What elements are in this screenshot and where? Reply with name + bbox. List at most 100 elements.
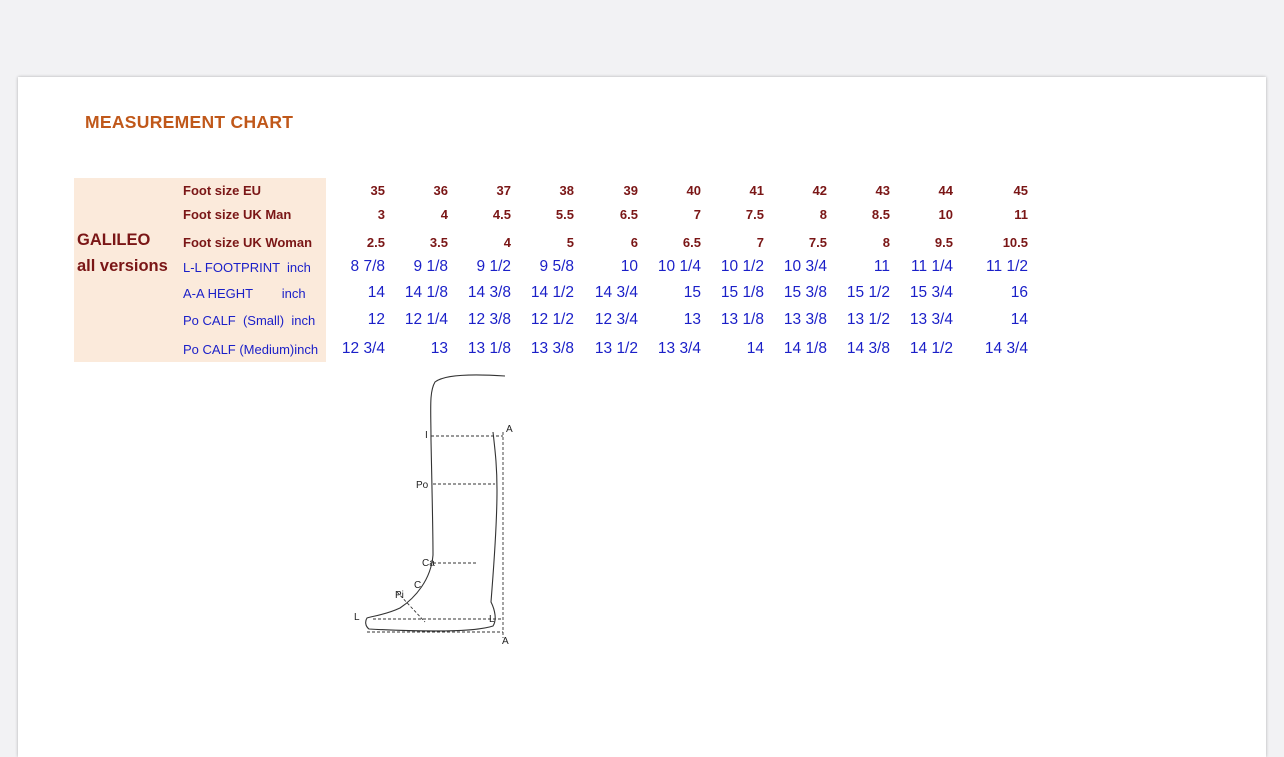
cell-l-l-footprint: 9 1/2 [476, 258, 511, 275]
cell-foot-size-uk-man: 7.5 [745, 207, 764, 222]
cell-a-a-height: 14 3/8 [467, 284, 511, 301]
cell-l-l-footprint: 10 1/2 [720, 258, 764, 275]
boot-measurement-diagram: I A Po Ca C Pi L L A [354, 374, 513, 647]
cell-foot-size-uk-man: 7 [693, 207, 701, 222]
row-label-po-calf-small: Po CALF (Small) inch [183, 313, 316, 328]
cell-foot-size-uk-man: 6.5 [619, 207, 638, 222]
row-label-a-a-height: A-A HEGHT inch [183, 286, 306, 301]
cell-foot-size-eu: 39 [623, 183, 638, 198]
cell-po-calf-medium: 14 3/8 [846, 340, 890, 357]
cell-foot-size-eu: 36 [433, 183, 448, 198]
cell-po-calf-medium: 14 1/2 [909, 340, 953, 357]
cell-a-a-height: 15 3/4 [909, 284, 953, 301]
cell-po-calf-medium: 14 1/8 [783, 340, 827, 357]
cell-foot-size-uk-woman: 8 [882, 235, 890, 250]
marker-pi: Pi [395, 590, 404, 601]
cell-po-calf-small: 13 1/2 [846, 311, 890, 328]
cell-foot-size-eu: 37 [496, 183, 511, 198]
row-label-foot-size-uk-woman: Foot size UK Woman [183, 235, 313, 250]
cell-po-calf-small: 13 3/4 [909, 311, 953, 328]
cell-foot-size-uk-man: 4 [440, 207, 448, 222]
cell-foot-size-uk-man: 5.5 [555, 207, 574, 222]
row-label-po-calf-medium: Po CALF (Medium)inch [183, 342, 319, 357]
cell-l-l-footprint: 10 1/4 [657, 258, 701, 275]
cell-a-a-height: 15 [683, 284, 701, 301]
cell-l-l-footprint: 10 [620, 258, 638, 275]
cell-foot-size-uk-woman: 4 [503, 235, 511, 250]
cell-foot-size-uk-man: 8 [819, 207, 827, 222]
cell-po-calf-small: 13 1/8 [720, 311, 764, 328]
cell-foot-size-uk-woman: 5 [566, 235, 574, 250]
cell-po-calf-medium: 13 1/2 [594, 340, 638, 357]
cell-l-l-footprint: 9 1/8 [413, 258, 448, 275]
cell-l-l-footprint: 11 [873, 258, 890, 275]
cell-a-a-height: 15 3/8 [783, 284, 827, 301]
marker-po: Po [416, 480, 429, 491]
cell-po-calf-medium: 12 3/4 [341, 340, 385, 357]
cell-po-calf-medium: 14 3/4 [984, 340, 1028, 357]
cell-foot-size-uk-woman: 9.5 [934, 235, 953, 250]
cell-po-calf-medium: 13 3/4 [657, 340, 701, 357]
marker-a-bottom: A [502, 636, 509, 647]
cell-foot-size-uk-woman: 2.5 [366, 235, 385, 250]
cell-foot-size-uk-woman: 6.5 [682, 235, 701, 250]
cell-foot-size-uk-man: 11 [1014, 207, 1028, 222]
cell-foot-size-eu: 43 [875, 183, 890, 198]
cell-foot-size-eu: 41 [749, 183, 764, 198]
cell-foot-size-uk-man: 3 [377, 207, 385, 222]
cell-a-a-height: 14 1/2 [530, 284, 574, 301]
marker-i: I [425, 430, 428, 441]
cell-foot-size-uk-woman: 7.5 [808, 235, 827, 250]
measurement-guides [367, 432, 504, 638]
cell-po-calf-small: 12 3/4 [594, 311, 638, 328]
row-label-l-l-footprint: L-L FOOTPRINT inch [183, 260, 311, 275]
cell-po-calf-small: 12 1/4 [404, 311, 448, 328]
cell-l-l-footprint: 8 7/8 [350, 258, 385, 275]
cell-foot-size-uk-woman: 7 [756, 235, 764, 250]
brand-name: GALILEO [77, 231, 151, 249]
marker-ca: Ca [422, 558, 435, 569]
cell-foot-size-uk-woman: 10.5 [1002, 235, 1028, 250]
cell-po-calf-small: 12 3/8 [467, 311, 511, 328]
cell-l-l-footprint: 10 3/4 [783, 258, 827, 275]
marker-c: C [414, 580, 421, 591]
brand-versions: all versions [77, 257, 168, 275]
cell-l-l-footprint: 11 1/2 [986, 258, 1028, 275]
cell-foot-size-uk-man: 8.5 [871, 207, 890, 222]
cell-foot-size-eu: 38 [559, 183, 574, 198]
row-label-foot-size-uk-man: Foot size UK Man [183, 207, 292, 222]
cell-foot-size-eu: 44 [938, 183, 953, 198]
cell-po-calf-small: 13 [683, 311, 701, 328]
diagram-labels: I A Po Ca C Pi L L A [354, 424, 513, 647]
cell-po-calf-medium: 13 3/8 [530, 340, 574, 357]
cell-po-calf-medium: 13 1/8 [467, 340, 511, 357]
cell-foot-size-uk-man: 10 [938, 207, 953, 222]
cell-l-l-footprint: 9 5/8 [539, 258, 574, 275]
cell-a-a-height: 14 [367, 284, 385, 301]
row-label-foot-size-eu: Foot size EU [183, 183, 262, 198]
cell-foot-size-eu: 35 [370, 183, 385, 198]
cell-a-a-height: 14 3/4 [594, 284, 638, 301]
marker-l-left: L [354, 612, 360, 623]
cell-po-calf-small: 12 1/2 [530, 311, 574, 328]
marker-a-top: A [506, 424, 513, 435]
cell-a-a-height: 15 1/8 [720, 284, 764, 301]
cell-foot-size-eu: 42 [812, 183, 827, 198]
chart-title: MEASUREMENT CHART [85, 112, 294, 132]
marker-l-right: L [489, 614, 495, 625]
cell-a-a-height: 14 1/8 [404, 284, 448, 301]
cell-po-calf-small: 12 [367, 311, 385, 328]
cell-foot-size-eu: 45 [1013, 183, 1028, 198]
cell-a-a-height: 15 1/2 [846, 284, 890, 301]
leg-outline [365, 374, 506, 632]
cell-foot-size-uk-woman: 3.5 [429, 235, 448, 250]
cell-foot-size-uk-man: 4.5 [492, 207, 511, 222]
cell-po-calf-small: 13 3/8 [783, 311, 827, 328]
cell-foot-size-uk-woman: 6 [630, 235, 638, 250]
cell-l-l-footprint: 11 1/4 [911, 258, 953, 275]
cell-po-calf-small: 14 [1010, 311, 1028, 328]
cell-po-calf-medium: 14 [746, 340, 764, 357]
cell-foot-size-eu: 40 [686, 183, 701, 198]
cell-po-calf-medium: 13 [430, 340, 448, 357]
cell-a-a-height: 16 [1010, 284, 1028, 301]
